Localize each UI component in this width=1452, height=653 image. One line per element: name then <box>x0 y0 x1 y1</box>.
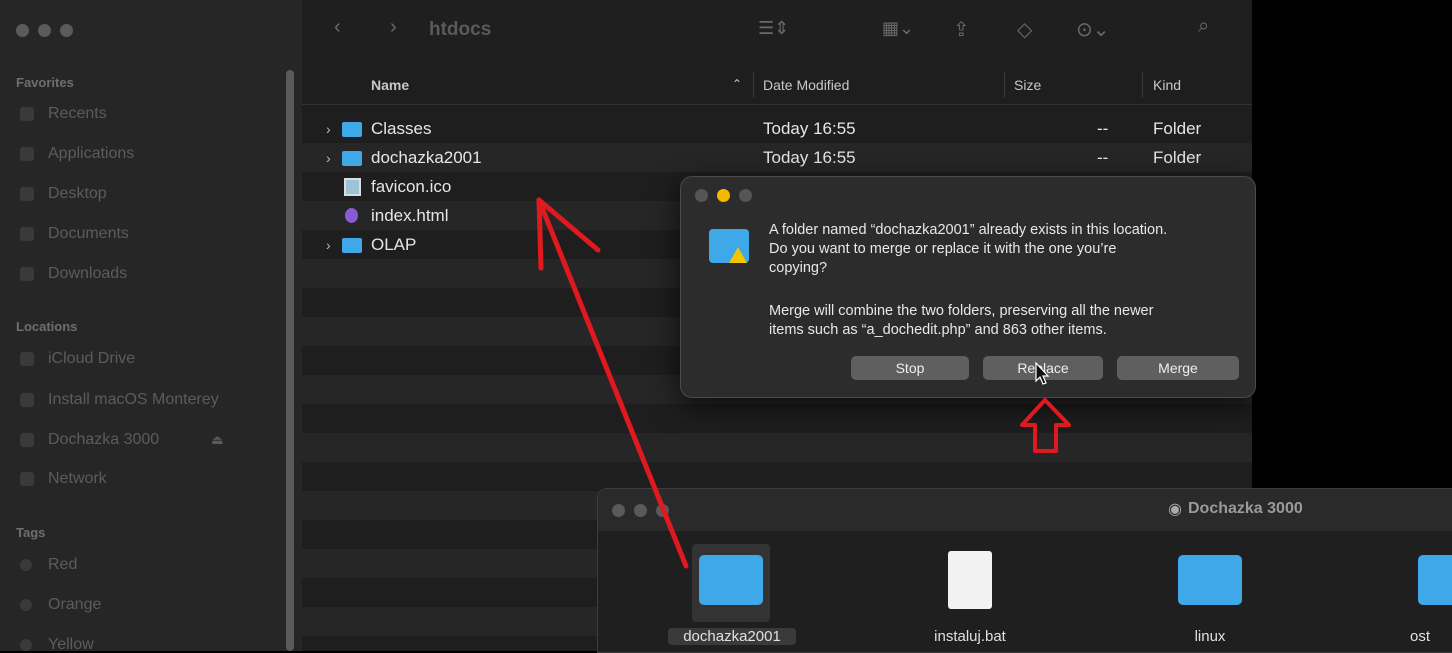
red-arrow-line <box>536 197 689 569</box>
annotation-overlay <box>536 197 1071 569</box>
up-arrow-icon <box>1020 398 1071 453</box>
mouse-cursor-icon <box>1035 361 1050 385</box>
red-arrow-head <box>536 197 601 271</box>
